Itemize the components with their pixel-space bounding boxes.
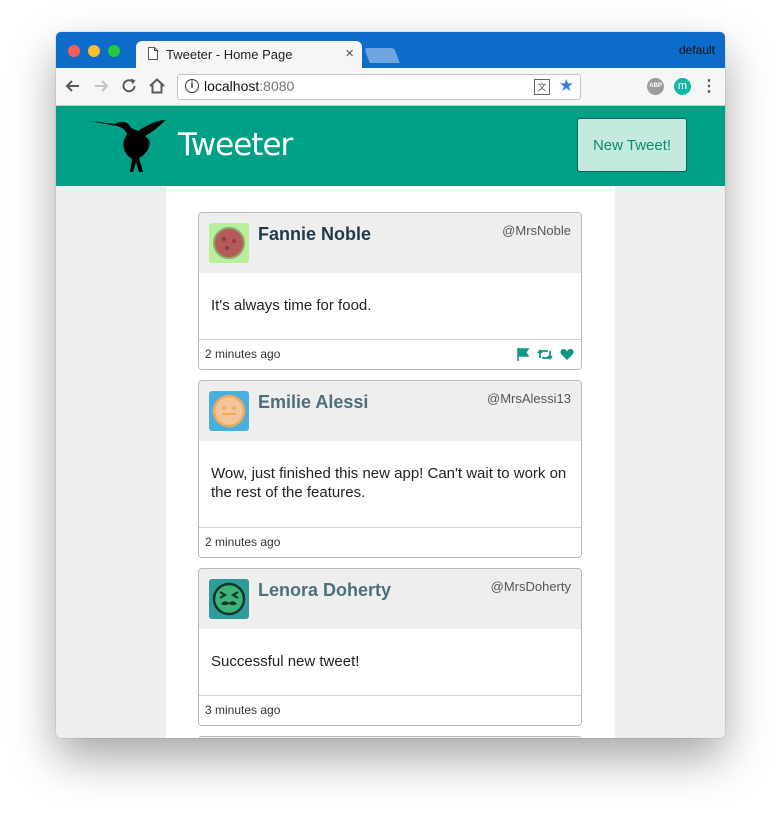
tweet-footer: 2 minutes ago [199,339,581,369]
tweet-text: Successful new tweet! [211,653,360,670]
tweet-card: Emilie Alessi @MrsAlessi13 Wow, just fin… [198,380,582,558]
browser-toolbar: i localhost:8080 文 ★ ABP m ⋮ [56,68,725,106]
tweet-header: Lenora Doherty @MrsDoherty [199,569,581,629]
tweet-timestamp: 2 minutes ago [205,535,281,549]
author-handle: @MrsNoble [502,223,571,238]
browser-window: Tweeter - Home Page × default i localhos… [56,32,725,738]
close-window-button[interactable] [68,45,80,57]
brand-title: Tweeter [178,127,293,163]
url-text: localhost:8080 [204,78,295,94]
close-tab-icon[interactable]: × [345,45,354,62]
tweet-feed: Fannie Noble @MrsNoble It's always time … [166,186,615,738]
tweet-footer: 3 minutes ago [199,695,581,725]
star-icon[interactable]: ★ [559,76,574,96]
home-icon[interactable] [147,76,167,96]
menu-icon[interactable]: ⋮ [701,77,717,97]
tweet-card-partial [198,736,582,738]
tweet-actions [514,346,574,362]
tweet-header: Emilie Alessi @MrsAlessi13 [199,381,581,441]
tweet-text: It's always time for food. [211,297,372,314]
browser-tab[interactable]: Tweeter - Home Page × [136,41,362,68]
tweet-header [199,737,581,738]
pizza-avatar [209,223,249,263]
author-name: Lenora Doherty [258,580,392,600]
back-icon[interactable] [63,76,83,96]
profile-name[interactable]: default [679,43,715,57]
smiley-avatar [209,391,249,431]
author-name: Emilie Alessi [258,392,369,412]
tweet-card: Fannie Noble @MrsNoble It's always time … [198,212,582,370]
author-name: Fannie Noble [258,224,372,244]
page-viewport: Tweeter New Tweet! Fannie Noble @MrsNobl… [56,106,725,738]
extension-m-icon[interactable]: m [674,78,691,95]
new-tweet-button[interactable]: New Tweet! [577,118,687,172]
tweet-timestamp: 3 minutes ago [205,703,281,717]
new-tab-button[interactable] [364,48,400,63]
author-handle: @MrsDoherty [490,579,571,594]
app-header: Tweeter New Tweet! [56,106,725,186]
info-icon[interactable]: i [185,79,199,93]
tweet-timestamp: 2 minutes ago [205,347,281,361]
address-bar[interactable]: i localhost:8080 文 ★ [177,74,581,100]
minimize-window-button[interactable] [88,45,100,57]
forward-icon[interactable] [91,76,111,96]
maximize-window-button[interactable] [108,45,120,57]
heart-icon[interactable] [560,348,574,361]
tweet-footer: 2 minutes ago [199,527,581,557]
tweet-card: Lenora Doherty @MrsDoherty Successful ne… [198,568,582,726]
reload-icon[interactable] [119,76,139,96]
flag-icon[interactable] [517,348,530,362]
tab-title: Tweeter - Home Page [166,47,293,62]
hummingbird-logo-icon [89,120,166,172]
tweet-text: Wow, just finished this new app! Can't w… [211,465,567,501]
mustache-avatar [209,579,249,619]
retweet-icon[interactable] [536,348,553,361]
document-icon [148,47,158,60]
title-bar: Tweeter - Home Page × default [56,32,725,68]
translate-icon[interactable]: 文 [534,79,550,95]
author-handle: @MrsAlessi13 [487,391,571,406]
tweet-header: Fannie Noble @MrsNoble [199,213,581,273]
adblock-icon[interactable]: ABP [647,78,664,95]
